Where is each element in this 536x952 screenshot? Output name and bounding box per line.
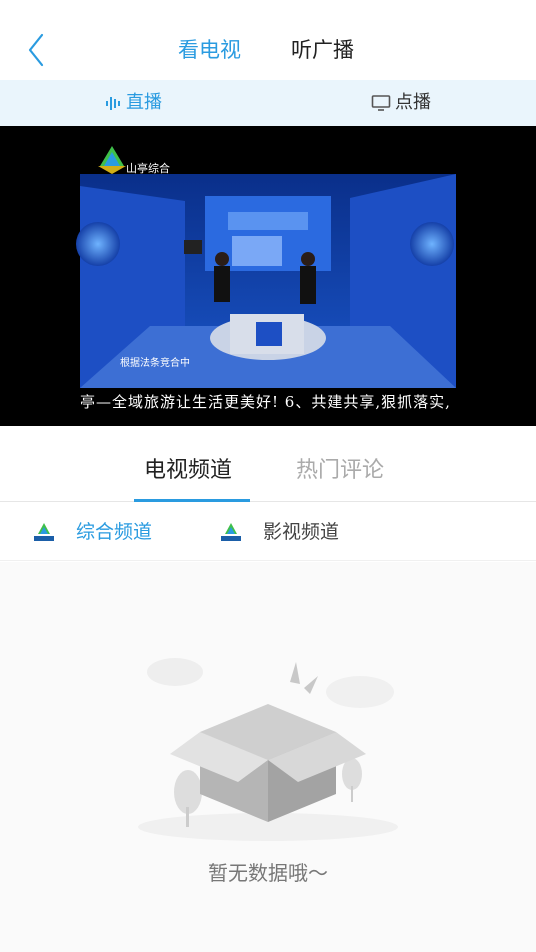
video-player[interactable]: 山亭综合 根据法条竞合中 亭—全域旅游让生活更美好! 6、共建共享,狠抓落实, xyxy=(0,126,536,426)
channel-label: 综合频道 xyxy=(76,521,153,543)
sub-tab-bar: 直播 点播 xyxy=(0,80,536,126)
monitor-icon xyxy=(371,95,391,111)
channel-logo-icon xyxy=(32,520,56,544)
channel-item-film[interactable]: 影视频道 xyxy=(219,519,339,545)
active-tab-indicator xyxy=(134,499,250,502)
studio-caption: 根据法条竞合中 xyxy=(120,358,190,369)
content-tabs: 电视频道 热门评论 xyxy=(0,440,536,502)
chevron-left-icon xyxy=(28,33,44,67)
back-button[interactable] xyxy=(24,30,54,70)
top-bar: 看电视 听广播 xyxy=(0,0,536,80)
empty-box-illustration xyxy=(138,658,398,841)
tab-hot-comments[interactable]: 热门评论 xyxy=(296,456,384,486)
tab-vod-label: 点播 xyxy=(395,92,431,113)
channel-label: 影视频道 xyxy=(263,521,340,543)
tv-studio-frame xyxy=(76,146,456,388)
channel-logo-text: 山亭综合 xyxy=(126,162,170,175)
tab-listen-radio[interactable]: 听广播 xyxy=(291,36,354,64)
tab-vod[interactable]: 点播 xyxy=(371,91,431,115)
tab-live[interactable]: 直播 xyxy=(104,91,162,115)
tab-tv-channels[interactable]: 电视频道 xyxy=(144,456,232,486)
channel-item-general[interactable]: 综合频道 xyxy=(32,519,152,545)
channel-logo-icon xyxy=(219,520,243,544)
ticker-caption: 亭—全域旅游让生活更美好! 6、共建共享,狠抓落实, xyxy=(80,393,451,411)
empty-message: 暂无数据哦～ xyxy=(208,861,328,885)
channel-list: 综合频道 影视频道 xyxy=(0,503,536,561)
empty-state xyxy=(0,562,536,952)
audio-wave-icon xyxy=(106,97,120,110)
tab-watch-tv[interactable]: 看电视 xyxy=(178,36,241,64)
tab-live-label: 直播 xyxy=(126,92,162,113)
